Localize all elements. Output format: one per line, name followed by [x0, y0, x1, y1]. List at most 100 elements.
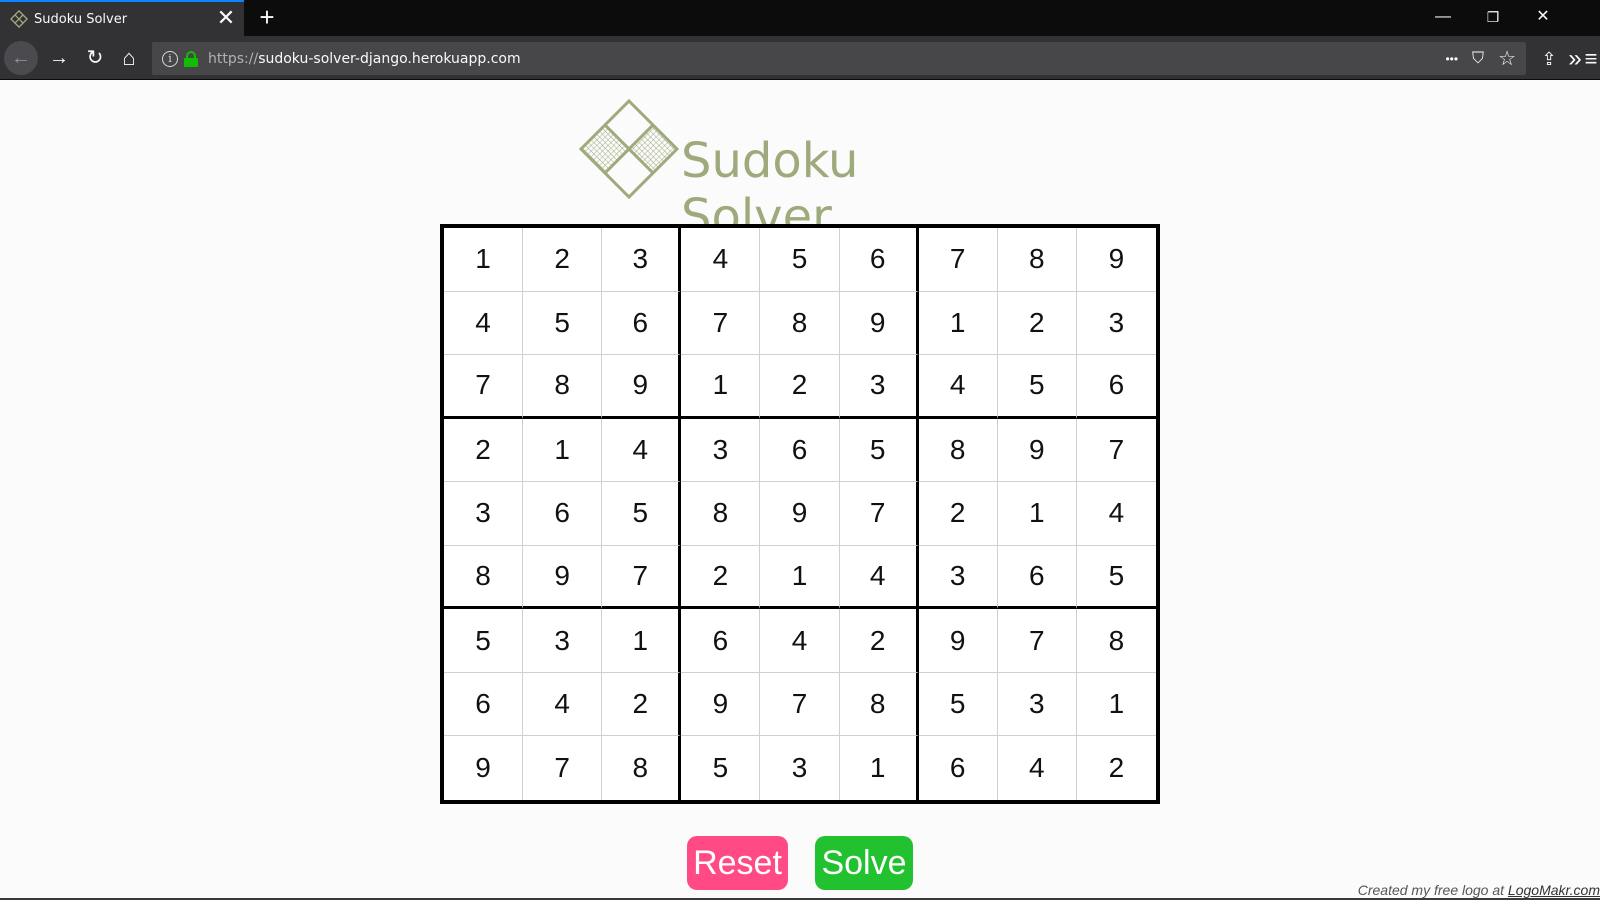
sudoku-cell[interactable]: 8 [997, 228, 1077, 292]
sudoku-cell[interactable]: 5 [918, 672, 998, 737]
sudoku-cell[interactable]: 2 [918, 482, 998, 546]
sudoku-cell[interactable]: 7 [839, 482, 919, 546]
sudoku-cell[interactable]: 5 [997, 355, 1077, 419]
sudoku-cell[interactable]: 5 [760, 228, 840, 292]
reload-button[interactable]: ↻ [78, 41, 112, 75]
secure-lock-icon[interactable] [184, 50, 198, 67]
sudoku-cell[interactable]: 2 [997, 291, 1077, 356]
sudoku-cell[interactable]: 3 [918, 545, 998, 610]
site-info-icon[interactable]: i [162, 50, 178, 67]
sudoku-cell[interactable]: 9 [760, 482, 840, 546]
sudoku-cell[interactable]: 9 [523, 545, 603, 610]
sudoku-cell[interactable]: 4 [681, 228, 761, 292]
sudoku-cell[interactable]: 8 [602, 736, 682, 800]
sudoku-cell[interactable]: 9 [839, 291, 919, 356]
sudoku-cell[interactable]: 7 [523, 736, 603, 800]
sudoku-cell[interactable]: 7 [444, 355, 524, 419]
sudoku-cell[interactable]: 4 [602, 418, 682, 483]
sudoku-cell[interactable]: 4 [1076, 482, 1156, 546]
sudoku-cell[interactable]: 7 [997, 609, 1077, 673]
sudoku-cell[interactable]: 6 [523, 482, 603, 546]
sudoku-cell[interactable]: 6 [444, 672, 524, 737]
sudoku-cell[interactable]: 8 [444, 545, 524, 610]
sudoku-cell[interactable]: 3 [444, 482, 524, 546]
hamburger-menu-icon[interactable]: ≡ [1582, 46, 1600, 72]
pocket-icon[interactable]: ⛉ [1472, 50, 1484, 68]
sudoku-cell[interactable]: 6 [760, 418, 840, 483]
sudoku-cell[interactable]: 3 [681, 418, 761, 483]
new-tab-button[interactable]: + [252, 4, 282, 32]
sudoku-cell[interactable]: 5 [444, 609, 524, 673]
sudoku-cell[interactable]: 6 [997, 545, 1077, 610]
sudoku-cell[interactable]: 2 [523, 228, 603, 292]
sudoku-cell[interactable]: 2 [760, 355, 840, 419]
sudoku-cell[interactable]: 6 [602, 291, 682, 356]
sudoku-cell[interactable]: 5 [523, 291, 603, 356]
sudoku-cell[interactable]: 3 [1076, 292, 1156, 356]
sudoku-cell[interactable]: 1 [840, 736, 919, 800]
sudoku-cell[interactable]: 5 [1076, 546, 1156, 610]
sudoku-cell[interactable]: 5 [602, 482, 682, 546]
sudoku-cell[interactable]: 5 [839, 418, 919, 483]
sudoku-cell[interactable]: 4 [918, 355, 998, 419]
sudoku-cell[interactable]: 9 [1076, 228, 1156, 292]
sudoku-cell[interactable]: 4 [523, 672, 603, 737]
sudoku-cell[interactable]: 8 [918, 418, 998, 483]
sudoku-cell[interactable]: 3 [760, 736, 840, 800]
sudoku-cell[interactable]: 7 [681, 291, 761, 356]
sudoku-cell[interactable]: 4 [444, 291, 524, 356]
sudoku-cell[interactable]: 7 [1076, 419, 1156, 483]
sudoku-cell[interactable]: 2 [839, 609, 919, 673]
sudoku-cell[interactable]: 2 [602, 672, 682, 737]
sudoku-cell[interactable]: 1 [1076, 673, 1156, 737]
sudoku-cell[interactable]: 8 [523, 355, 603, 419]
sudoku-cell[interactable]: 9 [602, 355, 682, 419]
sudoku-cell[interactable]: 9 [918, 609, 998, 673]
sudoku-cell[interactable]: 5 [681, 736, 761, 800]
sudoku-cell[interactable]: 2 [444, 418, 524, 483]
sudoku-cell[interactable]: 1 [918, 291, 998, 356]
library-icon[interactable]: ⇪ [1536, 46, 1562, 72]
sudoku-cell[interactable]: 3 [839, 355, 919, 419]
url-bar[interactable]: i https://sudoku-solver-django.herokuapp… [152, 42, 1526, 75]
close-window-button[interactable]: ✕ [1518, 0, 1568, 36]
sudoku-cell[interactable]: 8 [1076, 609, 1156, 673]
sudoku-cell[interactable]: 8 [760, 291, 840, 356]
restore-button[interactable]: ❐ [1468, 0, 1518, 36]
sudoku-cell[interactable]: 7 [918, 228, 998, 292]
reset-button[interactable]: Reset [687, 836, 788, 890]
sudoku-cell[interactable]: 1 [760, 545, 840, 610]
sudoku-cell[interactable]: 8 [839, 672, 919, 737]
bookmark-star-icon[interactable]: ☆ [1498, 46, 1516, 71]
sudoku-cell[interactable]: 8 [681, 482, 761, 546]
page-actions-icon[interactable]: ••• [1445, 52, 1458, 66]
sudoku-cell[interactable]: 4 [760, 609, 840, 673]
sudoku-cell[interactable]: 7 [760, 672, 840, 737]
sudoku-cell[interactable]: 7 [602, 545, 682, 610]
sudoku-cell[interactable]: 3 [523, 609, 603, 673]
sudoku-cell[interactable]: 1 [997, 482, 1077, 546]
url-text[interactable]: https://sudoku-solver-django.herokuapp.c… [208, 51, 521, 67]
sudoku-cell[interactable]: 1 [444, 228, 524, 292]
sudoku-cell[interactable]: 2 [1077, 736, 1156, 800]
sudoku-cell[interactable]: 9 [997, 418, 1077, 483]
sudoku-cell[interactable]: 6 [681, 609, 761, 673]
sudoku-cell[interactable]: 2 [681, 545, 761, 610]
sudoku-cell[interactable]: 6 [919, 736, 998, 800]
sudoku-cell[interactable]: 9 [444, 736, 524, 800]
home-button[interactable]: ⌂ [112, 41, 146, 75]
forward-button[interactable]: → [42, 41, 76, 75]
sudoku-cell[interactable]: 9 [681, 672, 761, 737]
back-button[interactable]: ← [4, 41, 38, 75]
sudoku-cell[interactable]: 4 [998, 736, 1077, 800]
sudoku-cell[interactable]: 1 [523, 418, 603, 483]
minimize-button[interactable]: — [1418, 0, 1468, 36]
sudoku-cell[interactable]: 4 [839, 545, 919, 610]
solve-button[interactable]: Solve [815, 836, 913, 890]
tab-close-icon[interactable]: ✕ [212, 5, 240, 33]
sudoku-cell[interactable]: 6 [839, 228, 919, 292]
sudoku-cell[interactable]: 3 [602, 228, 682, 292]
tab-sudoku-solver[interactable]: Sudoku Solver ✕ [0, 0, 244, 36]
logomakr-link[interactable]: LogoMakr.com [1508, 882, 1600, 898]
sudoku-cell[interactable]: 1 [602, 609, 682, 673]
